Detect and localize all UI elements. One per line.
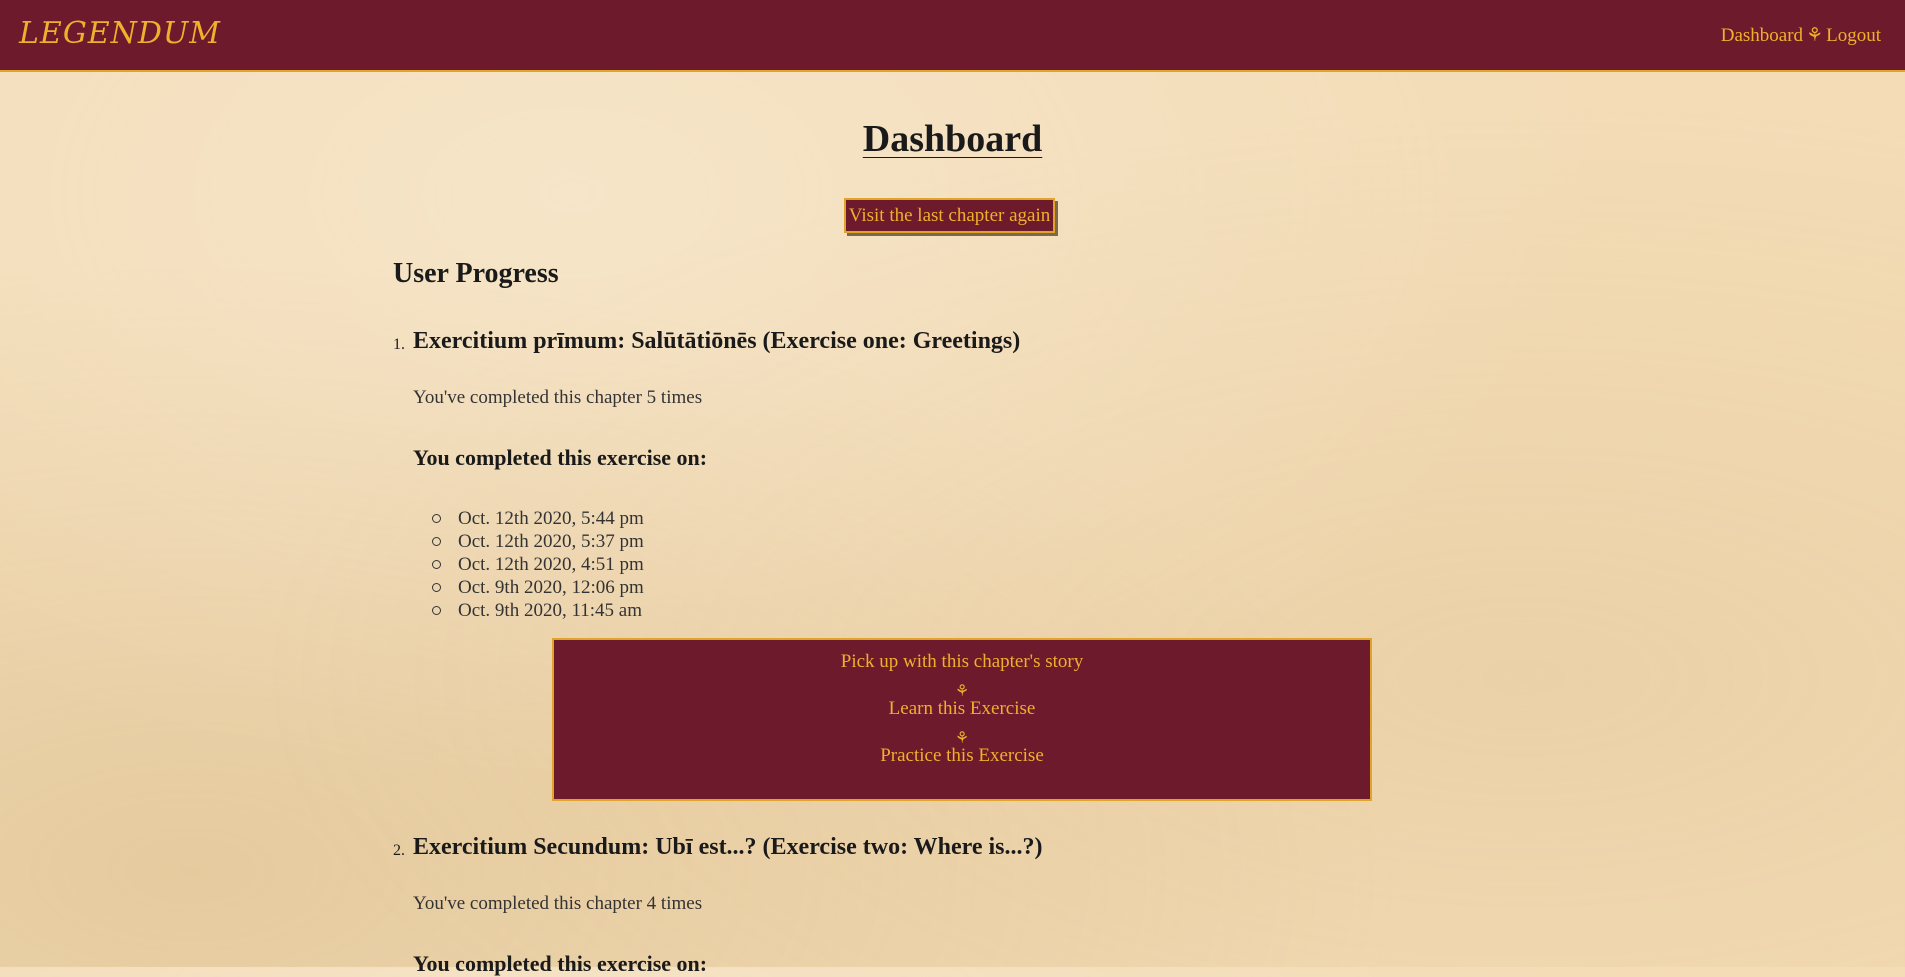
- page-title: Dashboard: [862, 118, 1043, 160]
- exercise-1-completed-count: You've completed this chapter 5 times: [413, 387, 703, 408]
- exercise-2-completed-count: You've completed this chapter 4 times: [413, 893, 703, 914]
- exercise-1-dates-heading: You completed this exercise on:: [413, 445, 708, 470]
- list-item: Oct. 12th 2020, 4:51 pm: [432, 553, 644, 576]
- exercise-1-dates-list: Oct. 12th 2020, 5:44 pm Oct. 12th 2020, …: [432, 507, 644, 622]
- exercise-1-number: 1.: [393, 336, 405, 353]
- exercise-2-number: 2.: [393, 842, 405, 859]
- exercise-2-title: Exercitium Secundum: Ubī est...? (Exerci…: [413, 834, 1043, 860]
- pick-up-story-link[interactable]: Pick up with this chapter's story: [554, 650, 1370, 674]
- user-progress-heading: User Progress: [393, 258, 559, 289]
- learn-exercise-link[interactable]: Learn this Exercise: [554, 697, 1370, 721]
- nav-logout-link[interactable]: Logout: [1826, 25, 1881, 46]
- nav-links: Dashboard ⚘ Logout: [1721, 24, 1881, 47]
- nav-dashboard-link[interactable]: Dashboard: [1721, 25, 1803, 46]
- exercise-1-actions: Pick up with this chapter's story ⚘ Lear…: [552, 638, 1372, 801]
- visit-last-chapter-button[interactable]: Visit the last chapter again: [844, 198, 1055, 233]
- brand-logo[interactable]: LEGENDUM: [19, 16, 221, 51]
- exercise-1-title: Exercitium prīmum: Salūtātiōnēs (Exercis…: [413, 328, 1021, 354]
- list-item: Oct. 12th 2020, 5:37 pm: [432, 530, 644, 553]
- list-item: Oct. 9th 2020, 12:06 pm: [432, 576, 644, 599]
- practice-exercise-link[interactable]: Practice this Exercise: [554, 744, 1370, 768]
- list-item: Oct. 9th 2020, 11:45 am: [432, 599, 644, 622]
- leaf-separator-icon: ⚘: [1806, 25, 1824, 46]
- exercise-2-dates-heading: You completed this exercise on:: [413, 951, 708, 976]
- list-item: Oct. 12th 2020, 5:44 pm: [432, 507, 644, 530]
- top-navbar: LEGENDUM Dashboard ⚘ Logout: [0, 0, 1905, 72]
